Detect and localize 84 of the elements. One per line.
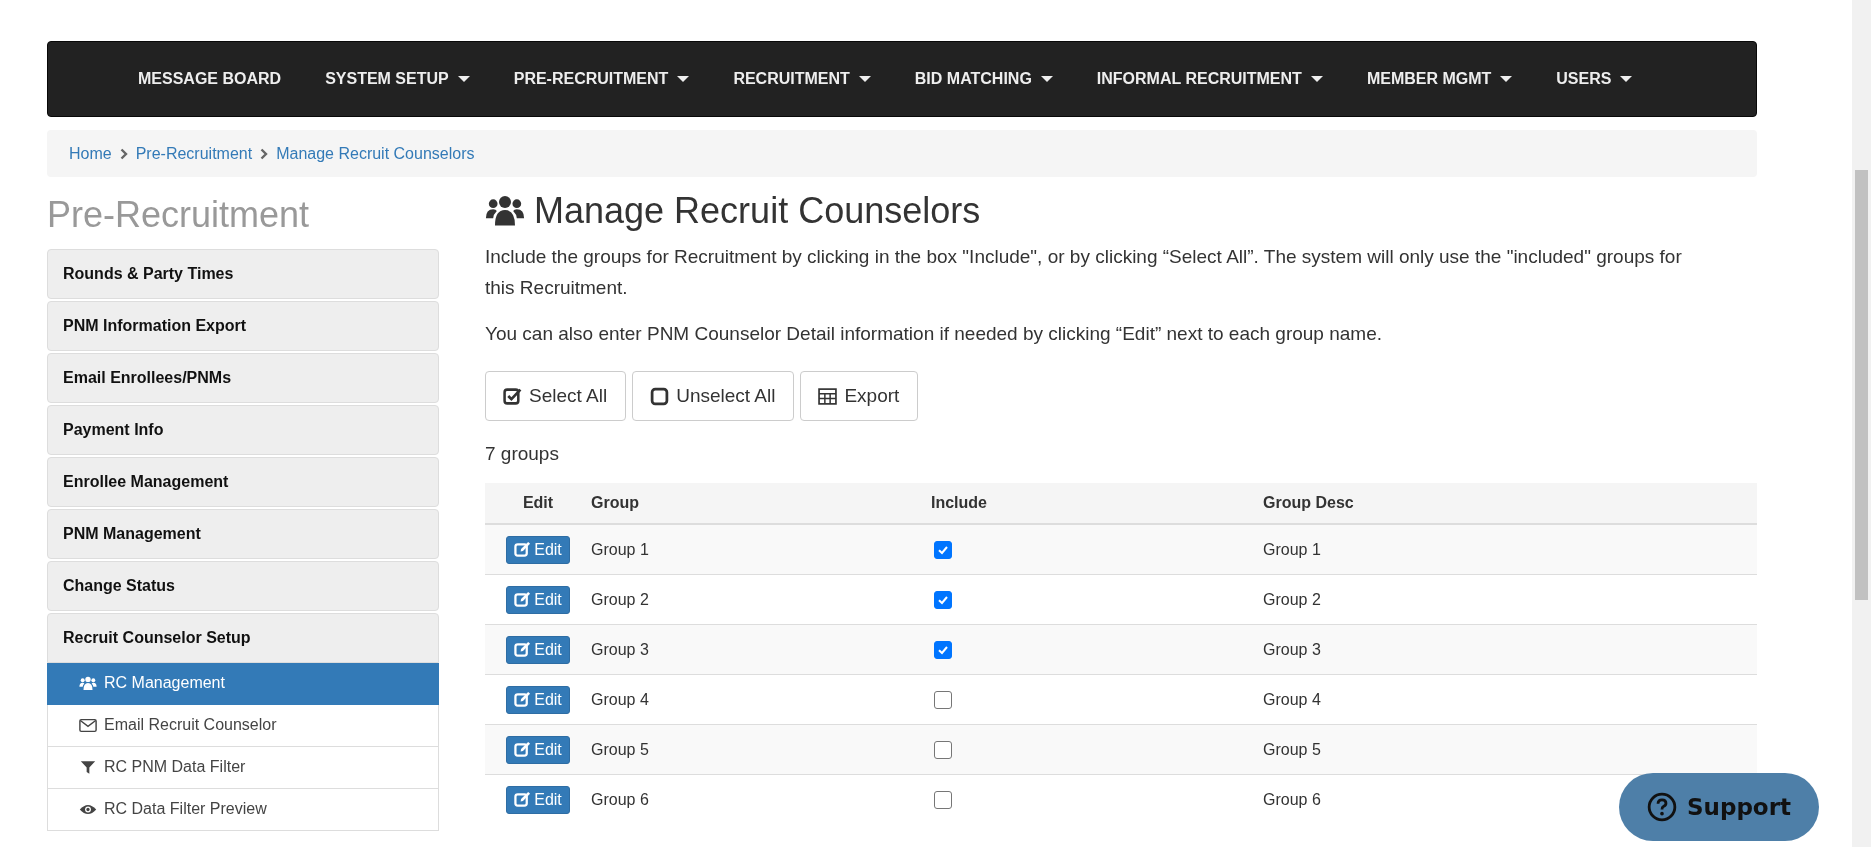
edit-icon: [514, 541, 532, 559]
sidebar-item[interactable]: Change Status: [47, 560, 439, 611]
breadcrumb-link[interactable]: Home: [69, 144, 112, 163]
sidebar-subitem[interactable]: RC Management: [47, 662, 439, 705]
include-checkbox[interactable]: [934, 641, 952, 660]
caret-icon: [1500, 76, 1513, 82]
filter-icon: [79, 759, 97, 775]
sidebar-item[interactable]: Rounds & Party Times: [47, 248, 439, 299]
edit-icon: [514, 791, 532, 809]
edit-button[interactable]: Edit: [506, 635, 570, 664]
sidebar-subitem[interactable]: Email Recruit Counselor: [47, 704, 439, 747]
users-icon: [485, 193, 525, 228]
nav-menu-item[interactable]: USERS: [1534, 70, 1655, 88]
sidebar-item[interactable]: Enrollee Management: [47, 456, 439, 507]
breadcrumb-link[interactable]: Manage Recruit Counselors: [276, 144, 475, 163]
sidebar-item[interactable]: PNM Information Export: [47, 300, 439, 351]
edit-icon: [514, 641, 532, 659]
table-cell: Group 1: [591, 540, 649, 558]
table-cell: Group 2: [1263, 590, 1321, 608]
table-icon: [818, 386, 838, 406]
action-button[interactable]: Select All: [485, 371, 627, 422]
nav-menu-item[interactable]: MEMBER MGMT: [1344, 70, 1535, 88]
sidebar-item[interactable]: PNM Management: [47, 508, 439, 559]
include-checkbox[interactable]: [934, 541, 952, 560]
caret-icon: [1040, 76, 1053, 82]
scrollbar[interactable]: [1852, 0, 1871, 847]
page-title: Manage Recruit Counselors: [534, 189, 981, 233]
question-icon: [1647, 792, 1677, 822]
nav-menu-item[interactable]: PRE-RECRUITMENT: [491, 70, 712, 88]
nav-menu-item[interactable]: MESSAGE BOARD: [116, 70, 304, 88]
edit-icon: [514, 741, 532, 759]
column-header: Group Desc: [1263, 494, 1354, 512]
nav-menu-item[interactable]: RECRUITMENT: [711, 70, 893, 88]
nav-menu-item[interactable]: SYSTEM SETUP: [303, 70, 492, 88]
caret-icon: [677, 76, 690, 82]
column-header: Edit: [522, 494, 554, 512]
edit-icon: [514, 691, 532, 709]
table-cell: Group 5: [1263, 740, 1321, 758]
sidebar-subitem[interactable]: RC Data Filter Preview: [47, 788, 439, 831]
include-checkbox[interactable]: [934, 741, 952, 760]
table-cell: Group 6: [1263, 790, 1321, 808]
sidebar-title: Pre-Recruitment: [47, 195, 311, 235]
group-count: 7 groups: [485, 443, 560, 466]
instruction-text: Include the groups for Recruitment by clicking in the box "Include", or by clicking “Select All”. The system will only use the "included" groups for this Recruitment.: [485, 245, 1683, 300]
instruction-text: You can also enter PNM Counselor Detail information if needed by clicking “Edit” next to each group name.: [485, 321, 1383, 346]
chevron-right-icon: [119, 147, 128, 160]
action-button[interactable]: Unselect All: [632, 371, 795, 422]
sidebar-item[interactable]: Email Enrollees/PNMs: [47, 352, 439, 403]
nav-menu-item[interactable]: BID MATCHING: [892, 70, 1075, 88]
edit-button[interactable]: Edit: [506, 685, 570, 714]
edit-button[interactable]: Edit: [506, 735, 570, 764]
action-button[interactable]: Export: [800, 371, 919, 422]
column-header: Include: [931, 494, 987, 512]
caret-icon: [1310, 76, 1323, 82]
include-checkbox[interactable]: [934, 591, 952, 610]
breadcrumb-link[interactable]: Pre-Recruitment: [135, 144, 253, 163]
square-icon: [650, 386, 670, 406]
include-checkbox[interactable]: [934, 791, 952, 810]
column-header: Group: [591, 494, 639, 512]
nav-menu-item[interactable]: INFORMAL RECRUITMENT: [1074, 70, 1345, 88]
support-button[interactable]: Support: [1619, 773, 1819, 841]
table-cell: Group 3: [591, 640, 649, 658]
table-cell: Group 3: [1263, 640, 1321, 658]
envelope-icon: [79, 717, 97, 733]
table-cell: Group 4: [1263, 690, 1321, 708]
table-cell: Group 5: [591, 740, 649, 758]
table-cell: Group 4: [591, 690, 649, 708]
chevron-right-icon: [260, 147, 269, 160]
table-cell: Group 2: [591, 590, 649, 608]
include-checkbox[interactable]: [934, 691, 952, 710]
checked-square-icon: [503, 386, 522, 406]
table-cell: Group 1: [1263, 540, 1321, 558]
sidebar-item[interactable]: Payment Info: [47, 404, 439, 455]
caret-icon: [858, 76, 871, 82]
caret-icon: [1620, 76, 1633, 82]
edit-button[interactable]: Edit: [506, 585, 570, 614]
caret-icon: [457, 76, 470, 82]
edit-button[interactable]: Edit: [506, 535, 570, 564]
edit-button[interactable]: Edit: [506, 785, 570, 814]
sidebar-item[interactable]: Recruit Counselor Setup: [47, 612, 439, 663]
users-icon: [79, 675, 97, 691]
edit-icon: [514, 591, 532, 609]
sidebar-subitem[interactable]: RC PNM Data Filter: [47, 746, 439, 789]
table-cell: Group 6: [591, 790, 649, 808]
